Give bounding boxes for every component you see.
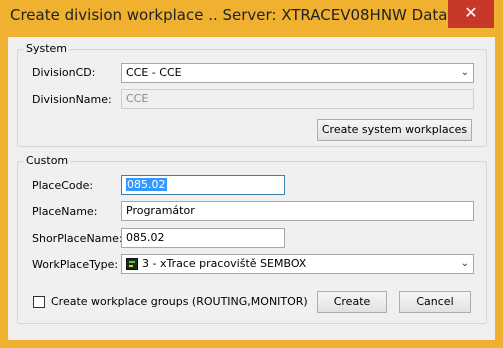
short-place-name-label: ShorPlaceName:: [32, 232, 123, 245]
chevron-down-icon: ⌄: [460, 67, 469, 78]
close-icon: ✕: [464, 3, 478, 22]
division-name-value: CCE: [126, 92, 149, 105]
custom-group-legend: Custom: [24, 154, 71, 167]
workplace-type-label: WorkPlaceType:: [32, 258, 119, 271]
window-title: Create division workplace .. Server: XTR…: [10, 6, 448, 24]
place-code-value: 085.02: [126, 178, 167, 191]
division-cd-value: CCE - CCE: [126, 66, 182, 79]
title-bar: Create division workplace .. Server: XTR…: [0, 0, 503, 37]
workstation-icon: [126, 258, 138, 270]
custom-group: Custom PlaceCode: 085.02 PlaceName: Prog…: [17, 154, 487, 324]
short-place-name-input[interactable]: 085.02: [121, 228, 285, 248]
division-cd-label: DivisionCD:: [32, 66, 96, 79]
create-groups-label[interactable]: Create workplace groups (ROUTING,MONITOR…: [51, 295, 308, 308]
system-group: System DivisionCD: CCE - CCE ⌄ DivisionN…: [17, 42, 487, 147]
workplace-type-value: 3 - xTrace pracoviště SEMBOX: [142, 257, 307, 270]
chevron-down-icon: ⌄: [460, 258, 469, 269]
short-place-name-value: 085.02: [126, 231, 165, 244]
place-name-value: Programátor: [126, 204, 195, 217]
place-name-input[interactable]: Programátor: [121, 201, 474, 221]
division-cd-select[interactable]: CCE - CCE ⌄: [121, 63, 474, 83]
workplace-type-select[interactable]: 3 - xTrace pracoviště SEMBOX ⌄: [121, 254, 474, 274]
system-group-legend: System: [24, 42, 70, 55]
division-name-field: CCE: [121, 89, 474, 109]
close-button[interactable]: ✕: [448, 0, 494, 28]
cancel-button[interactable]: Cancel: [399, 291, 471, 313]
create-button[interactable]: Create: [317, 291, 387, 313]
create-groups-checkbox[interactable]: [33, 296, 45, 308]
dialog-body: System DivisionCD: CCE - CCE ⌄ DivisionN…: [8, 37, 495, 340]
place-code-label: PlaceCode:: [32, 179, 94, 192]
place-name-label: PlaceName:: [32, 205, 98, 218]
place-code-input[interactable]: 085.02: [121, 175, 285, 195]
create-system-workplaces-button[interactable]: Create system workplaces: [317, 119, 472, 141]
division-name-label: DivisionName:: [32, 93, 112, 106]
